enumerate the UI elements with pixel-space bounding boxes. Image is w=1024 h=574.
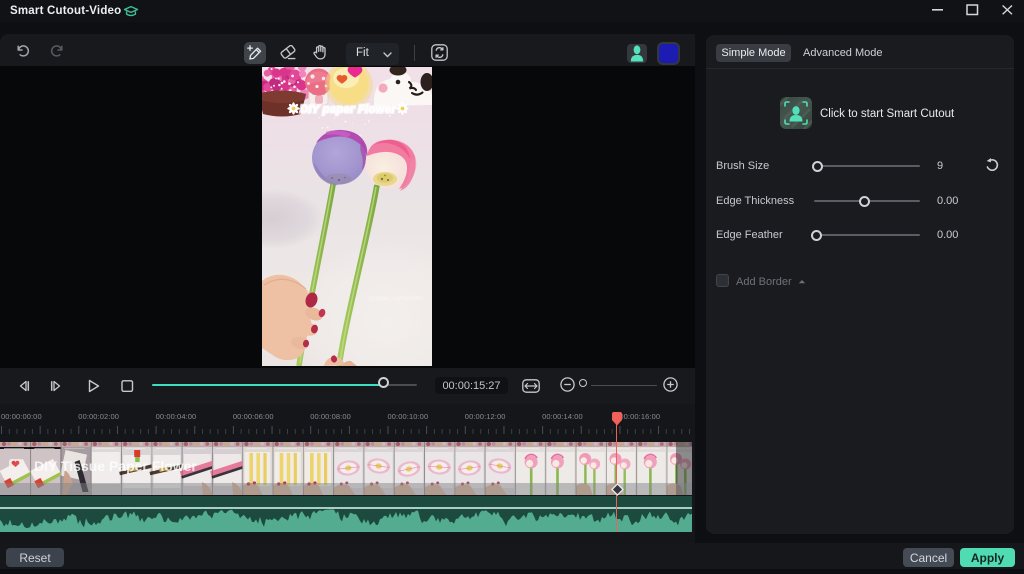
svg-text:DIY paper Flower: DIY paper Flower	[300, 104, 396, 116]
svg-text:DIY Tissue Paper Flower: DIY Tissue Paper Flower	[34, 458, 197, 474]
svg-text:@paper_candycrafts: @paper_candycrafts	[368, 296, 423, 302]
